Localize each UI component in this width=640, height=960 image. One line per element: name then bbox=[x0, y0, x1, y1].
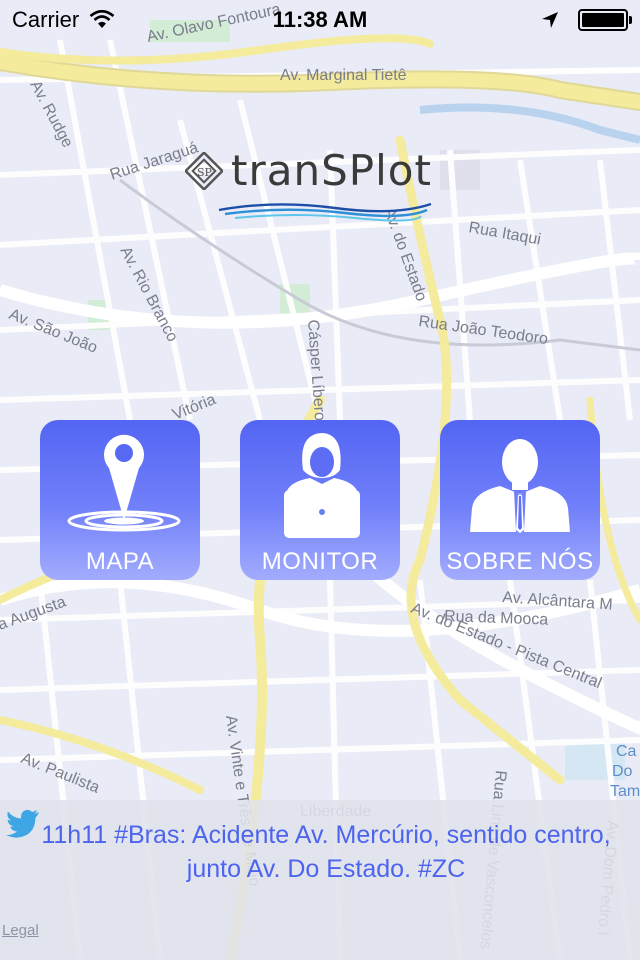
logo-text: tranSPlot bbox=[231, 146, 432, 195]
mapa-button[interactable]: MAPA bbox=[40, 420, 200, 580]
svg-text:SP: SP bbox=[197, 166, 213, 179]
sobre-nos-label: SOBRE NÓS bbox=[446, 548, 594, 575]
status-left: Carrier bbox=[12, 7, 115, 33]
news-text: 11h11 #Bras: Acidente Av. Mercúrio, sent… bbox=[41, 821, 611, 883]
map-street-label: Do bbox=[612, 763, 633, 780]
battery-fill bbox=[582, 13, 624, 27]
status-right bbox=[540, 9, 632, 31]
wifi-icon bbox=[89, 10, 115, 28]
battery-full-icon bbox=[578, 9, 632, 31]
map-street-label: Ca bbox=[616, 743, 637, 760]
sobre-nos-button[interactable]: SOBRE NÓS bbox=[440, 420, 600, 580]
logo-waves-icon bbox=[218, 202, 432, 222]
carrier-label: Carrier bbox=[12, 7, 80, 32]
monitor-label: MONITOR bbox=[261, 548, 379, 575]
transplot-logo: SP tranSPlot bbox=[185, 146, 455, 228]
news-ticker[interactable]: 11h11 #Bras: Acidente Av. Mercúrio, sent… bbox=[0, 800, 640, 960]
status-bar: Carrier 11:38 AM bbox=[0, 0, 640, 40]
main-menu: MAPA MONITOR SOBRE NÓS bbox=[40, 420, 600, 580]
legal-link[interactable]: Legal bbox=[2, 922, 39, 939]
map-pin-icon bbox=[67, 434, 181, 532]
monitor-button[interactable]: MONITOR bbox=[240, 420, 400, 580]
location-arrow-icon bbox=[542, 12, 558, 28]
about-person-icon bbox=[470, 439, 570, 533]
monitor-operator-icon bbox=[284, 433, 360, 538]
sp-emblem-icon: SP bbox=[185, 152, 223, 190]
map-street-label: Tamar bbox=[610, 783, 640, 800]
map-street-label: Av. Marginal Tietê bbox=[280, 67, 407, 84]
mapa-label: MAPA bbox=[85, 548, 155, 575]
